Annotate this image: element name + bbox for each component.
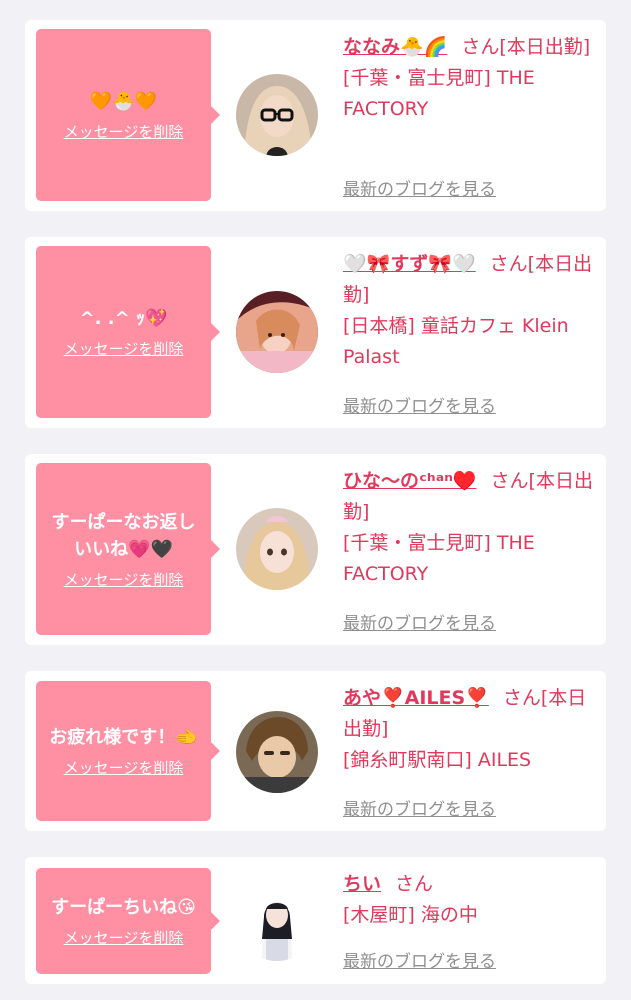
honorific: さん [490, 470, 529, 492]
shop-name: [錦糸町駅南口] AILES [343, 749, 532, 771]
message-card: 🧡🐣🧡 メッセージを削除 ななみ🐣🌈 さん[本日出勤] [千葉・富士見町] THE… [25, 20, 606, 211]
profile-name-link[interactable]: ななみ🐣🌈 [343, 36, 447, 58]
avatar[interactable] [236, 291, 318, 373]
message-card: すーぱーちいね😘 メッセージを削除 ちい さん [木屋町] 海の中 最新のブログを… [25, 857, 606, 984]
honorific: さん [502, 687, 541, 709]
honorific: さん [395, 873, 434, 895]
message-bubble: すーぱーなお返しいいね💗🖤 メッセージを削除 [36, 463, 220, 635]
profile-photo-icon [236, 508, 318, 590]
message-text: お疲れ様です！🫲 [49, 727, 198, 748]
profile-info: ひな〜のᶜʰᵃⁿ♥️ さん[本日出勤] [千葉・富士見町] THE FACTORY [343, 466, 593, 590]
avatar[interactable] [236, 711, 318, 793]
message-bubble: 🧡🐣🧡 メッセージを削除 [36, 29, 220, 201]
latest-blog-link[interactable]: 最新のブログを見る [343, 392, 496, 417]
profile-photo-icon [236, 711, 318, 793]
avatar[interactable] [236, 74, 318, 156]
message-card: お疲れ様です！🫲 メッセージを削除 あや❣️AILES❣️ さん[本日出勤] [錦… [25, 671, 606, 831]
avatar[interactable] [236, 508, 318, 590]
profile-name-link[interactable]: ひな〜のᶜʰᵃⁿ♥️ [343, 470, 477, 492]
honorific: さん [489, 253, 528, 275]
message-bubble: すーぱーちいね😘 メッセージを削除 [36, 868, 220, 974]
shop-name: [千葉・富士見町] THE FACTORY [343, 67, 535, 120]
latest-blog-link[interactable]: 最新のブログを見る [343, 175, 496, 200]
delete-message-link[interactable]: メッセージを削除 [64, 338, 184, 359]
shop-name: [千葉・富士見町] THE FACTORY [343, 532, 535, 585]
latest-blog-link[interactable]: 最新のブログを見る [343, 609, 496, 634]
delete-message-link[interactable]: メッセージを削除 [64, 757, 184, 778]
message-text: 🧡🐣🧡 [89, 91, 158, 112]
latest-blog-link[interactable]: 最新のブログを見る [343, 947, 496, 972]
delete-message-link[interactable]: メッセージを削除 [64, 927, 184, 948]
profile-name-link[interactable]: 🤍🎀すず🎀🤍 [343, 253, 476, 275]
profile-name-link[interactable]: あや❣️AILES❣️ [343, 687, 489, 709]
message-text: すーぱーちいね😘 [51, 897, 196, 918]
attendance-status: [本日出勤] [499, 36, 591, 58]
honorific: さん [461, 36, 500, 58]
message-text: ^. .^ ｯ💖 [79, 308, 168, 329]
profile-info: ななみ🐣🌈 さん[本日出勤] [千葉・富士見町] THE FACTORY [343, 32, 593, 125]
shop-name: [日本橋] 童話カフェ Klein Palast [343, 315, 569, 368]
message-card: すーぱーなお返しいいね💗🖤 メッセージを削除 ひな〜のᶜʰᵃⁿ♥️ さん[本日出勤… [25, 454, 606, 645]
profile-photo-icon [236, 879, 318, 961]
message-text: すーぱーなお返しいいね💗🖤 [51, 511, 196, 560]
profile-info: あや❣️AILES❣️ さん[本日出勤] [錦糸町駅南口] AILES [343, 683, 593, 776]
profile-name-link[interactable]: ちい [343, 873, 381, 895]
profile-info: ちい さん [木屋町] 海の中 [343, 869, 593, 931]
profile-info: 🤍🎀すず🎀🤍 さん[本日出勤] [日本橋] 童話カフェ Klein Palast [343, 249, 593, 373]
message-bubble: ^. .^ ｯ💖 メッセージを削除 [36, 246, 220, 418]
delete-message-link[interactable]: メッセージを削除 [64, 569, 184, 590]
avatar[interactable] [236, 879, 318, 961]
shop-name: [木屋町] 海の中 [343, 904, 478, 926]
latest-blog-link[interactable]: 最新のブログを見る [343, 795, 496, 820]
delete-message-link[interactable]: メッセージを削除 [64, 121, 184, 142]
profile-photo-icon [236, 291, 318, 373]
message-card: ^. .^ ｯ💖 メッセージを削除 🤍🎀すず🎀🤍 さん[本日出勤] [日本橋] 童… [25, 237, 606, 428]
message-bubble: お疲れ様です！🫲 メッセージを削除 [36, 681, 220, 821]
profile-photo-icon [236, 74, 318, 156]
